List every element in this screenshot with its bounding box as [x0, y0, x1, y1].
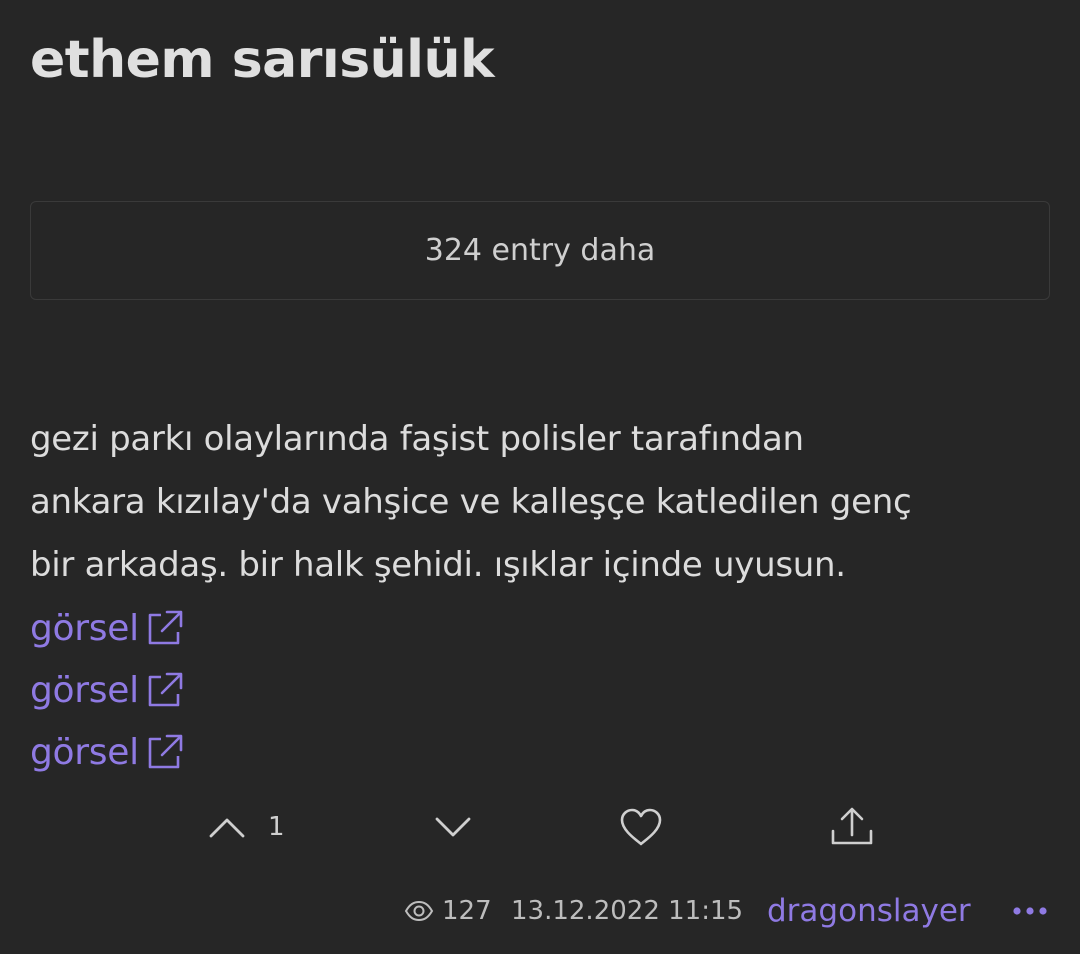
upvote-count: 1	[268, 812, 285, 842]
downvote-button[interactable]	[434, 795, 472, 859]
entry-text-line: gezi parkı olaylarında faşist polisler t…	[30, 419, 804, 459]
chevron-up-icon	[209, 818, 245, 838]
image-link-row: görsel	[30, 721, 1050, 783]
external-link-icon	[148, 672, 183, 707]
favorite-button[interactable]	[618, 795, 664, 859]
upvote-button[interactable]: 1	[208, 795, 285, 859]
entry-page: ethem sarısülük 324 entry daha gezi park…	[0, 0, 1080, 954]
entry-text-line: ankara kızılay'da vahşice ve kalleşçe ka…	[30, 482, 912, 522]
view-count: 127	[404, 884, 492, 938]
image-link-label: görsel	[30, 731, 139, 773]
image-link[interactable]: görsel	[30, 597, 187, 660]
entry-actions-bar: 1	[0, 795, 1080, 859]
image-link-label: görsel	[30, 669, 139, 711]
share-icon	[831, 807, 873, 845]
entry-text-line: bir arkadaş. bir halk şehidi. ışıklar iç…	[30, 545, 846, 585]
view-count-value: 127	[442, 896, 492, 926]
image-link-label: görsel	[30, 607, 139, 649]
entry-date[interactable]: 13.12.2022 11:15	[511, 884, 743, 938]
more-options-button[interactable]	[1008, 884, 1052, 938]
more-entries-button[interactable]: 324 entry daha	[30, 201, 1050, 300]
external-link-icon	[148, 734, 183, 769]
author-link[interactable]: dragonslayer	[767, 884, 971, 938]
image-link-row: görsel	[30, 597, 1050, 659]
more-horizontal-icon	[1013, 907, 1047, 915]
image-link[interactable]: görsel	[30, 721, 187, 784]
entry-footer: 127 13.12.2022 11:15 dragonslayer	[0, 884, 1080, 938]
heart-icon	[620, 808, 662, 846]
entry-content: gezi parkı olaylarında faşist polisler t…	[30, 408, 1050, 783]
share-button[interactable]	[828, 795, 876, 859]
topic-title[interactable]: ethem sarısülük	[30, 22, 495, 98]
eye-icon	[404, 900, 434, 922]
chevron-down-icon	[435, 817, 471, 837]
image-link[interactable]: görsel	[30, 659, 187, 722]
image-link-row: görsel	[30, 659, 1050, 721]
external-link-icon	[148, 610, 183, 645]
